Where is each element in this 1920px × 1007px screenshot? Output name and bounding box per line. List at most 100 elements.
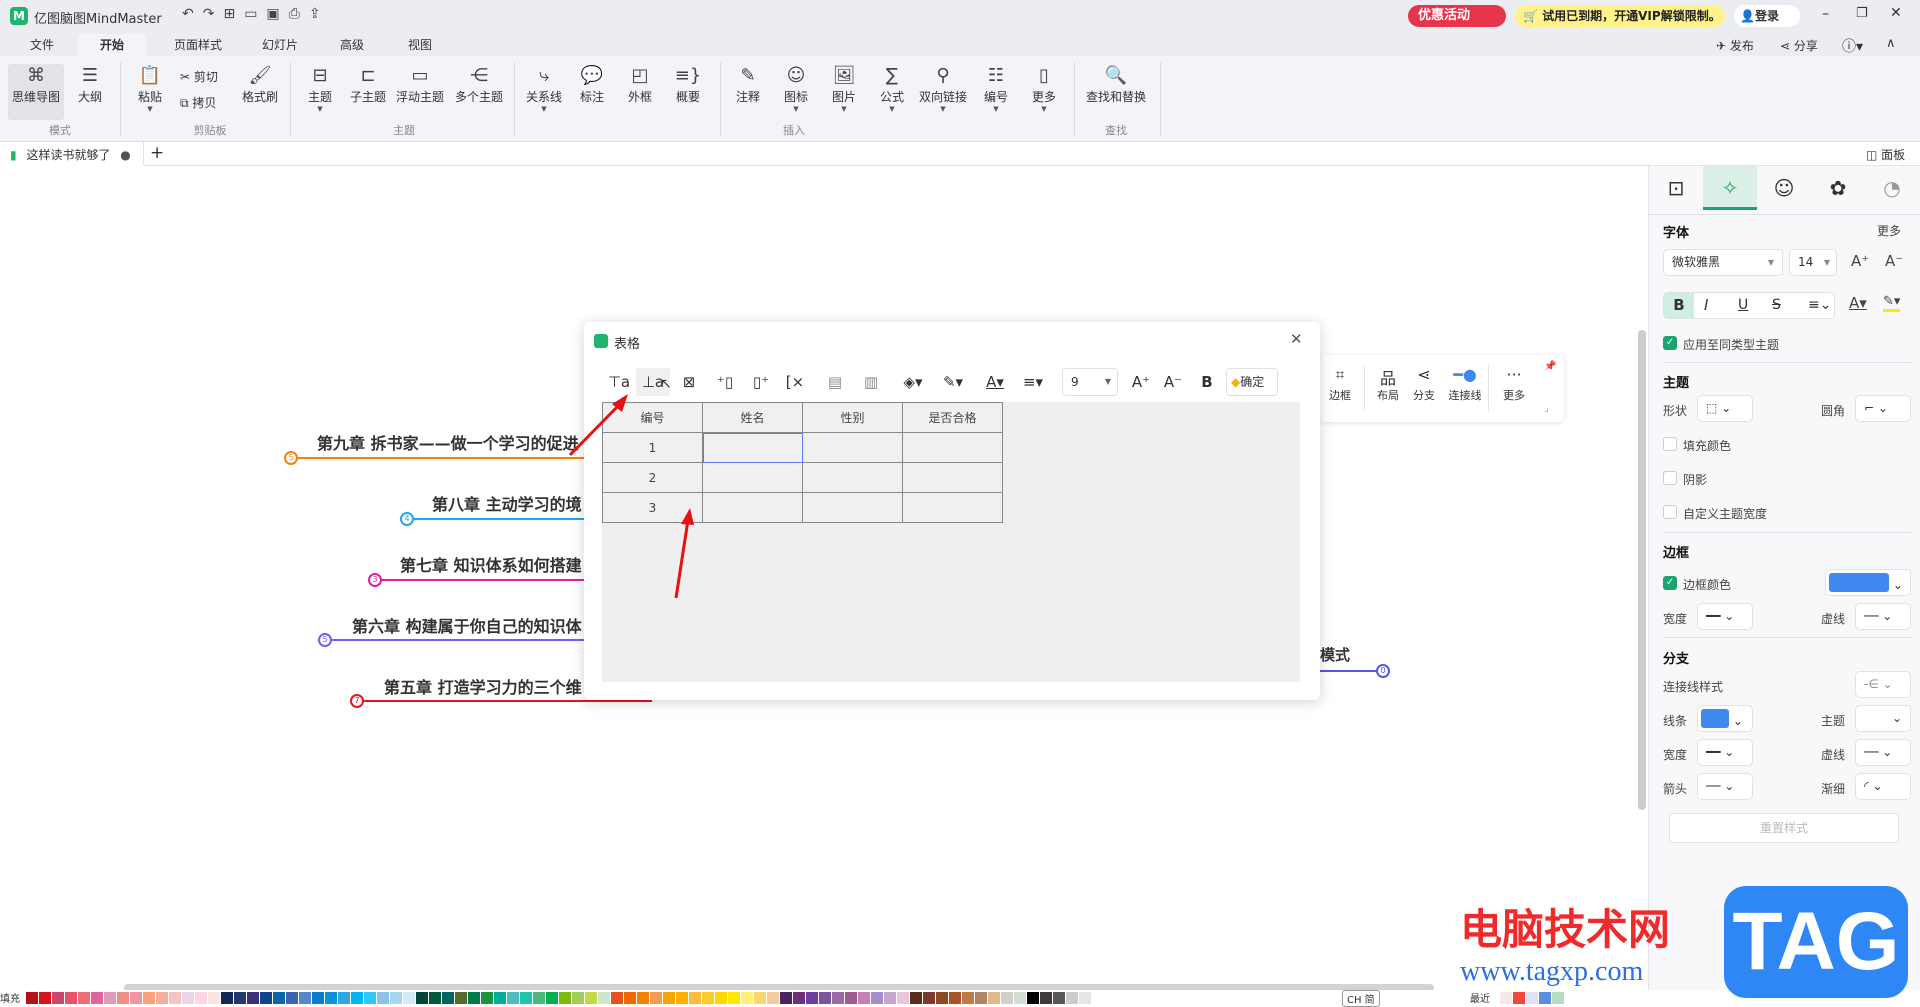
color-swatch[interactable] [793,992,805,1004]
add-tab-button[interactable]: + [150,143,164,163]
reset-style-button[interactable]: 重置样式 [1669,813,1899,843]
quick-access-toolbar[interactable]: ↶↷⊞▭▣⎙⇪ [182,6,330,22]
color-swatch[interactable] [975,992,987,1004]
branch-dash-select[interactable]: ── ⌄ [1855,739,1911,766]
color-swatch[interactable] [195,992,207,1004]
color-swatch[interactable] [247,992,259,1004]
split-cells-icon[interactable]: ▥ [854,368,888,396]
color-swatch[interactable] [416,992,428,1004]
doc-tab[interactable]: ▮ 这样读书就够了 ● [0,142,144,166]
vip-notice[interactable]: 🛒 试用已到期，开通VIP解锁限制。 [1515,5,1725,27]
confirm-button[interactable]: ◆确定 [1226,368,1278,396]
table-cell[interactable] [902,432,1003,463]
color-swatch[interactable] [676,992,688,1004]
delete-col-icon[interactable]: [× [778,368,812,396]
color-swatch[interactable] [390,992,402,1004]
collapse-badge[interactable]: 5 [318,633,332,647]
connector-style-select[interactable]: -∈ ⌄ [1855,671,1911,698]
promo-button[interactable]: 优惠活动 [1408,5,1506,27]
color-swatch[interactable] [923,992,935,1004]
color-swatch[interactable] [702,992,714,1004]
color-swatch[interactable] [312,992,324,1004]
vertical-scrollbar[interactable] [1638,330,1646,810]
color-swatch[interactable] [494,992,506,1004]
publish-button[interactable]: ✈ 发布 [1716,37,1754,54]
multi-topic-button[interactable]: ⋲ 多个主题 [452,64,506,105]
color-swatch[interactable] [1552,992,1564,1004]
table-header-cell[interactable]: 是否合格 [902,402,1003,433]
strikethrough-icon[interactable]: S [1772,293,1781,318]
color-swatch[interactable] [91,992,103,1004]
collapse-toolbar-icon[interactable]: ⌟ [1544,403,1549,414]
color-swatch[interactable] [117,992,129,1004]
mindmap-mode-button[interactable]: ⌘ 思维导图 [8,64,64,120]
font-size-select[interactable]: 9 ▼ [1062,368,1118,396]
bilink-button[interactable]: ⚲ 双向链接 ▼ [914,64,972,113]
float-border-button[interactable]: ⌗ 边框 [1320,365,1360,403]
fill-color-checkbox[interactable] [1663,437,1677,451]
topic-node[interactable]: 第五章 打造学习力的三个维 [384,674,582,698]
table-cell[interactable] [802,462,903,493]
more-button[interactable]: ▯ 更多 ▼ [1020,64,1068,113]
mark-button[interactable]: ☺ 图标 ▼ [772,64,820,113]
color-swatch[interactable] [104,992,116,1004]
table-cell[interactable] [902,462,1003,493]
color-swatch[interactable] [819,992,831,1004]
color-swatch[interactable] [767,992,779,1004]
collapse-badge[interactable]: 7 [350,694,364,708]
subtopic-button[interactable]: ⊏ 子主题 [344,64,392,105]
color-swatch[interactable] [182,992,194,1004]
color-swatch[interactable] [871,992,883,1004]
color-swatch[interactable] [221,992,233,1004]
color-swatch[interactable] [1500,992,1512,1004]
color-swatch[interactable] [1526,992,1538,1004]
color-swatch[interactable] [1001,992,1013,1004]
color-swatch[interactable] [286,992,298,1004]
relation-button[interactable]: ⤷ 关系线 ▼ [520,64,568,113]
tab-advanced[interactable]: 高级 [318,34,386,56]
corner-select[interactable]: ⌐ ⌄ [1855,395,1911,422]
table-cell[interactable] [702,462,803,493]
format-brush-button[interactable]: 🖌 格式刷 [236,64,284,105]
tab-home[interactable]: 开始 [78,34,146,56]
color-swatch[interactable] [273,992,285,1004]
color-swatch[interactable] [468,992,480,1004]
float-more-button[interactable]: ··· 更多 [1494,365,1534,403]
tab-slides[interactable]: 幻灯片 [246,34,314,56]
branch-width-select[interactable]: ━━ ⌄ [1697,739,1753,766]
color-swatch[interactable] [351,992,363,1004]
float-connector-button[interactable]: ━● 连接线 [1442,365,1488,403]
color-swatch[interactable] [949,992,961,1004]
collapse-ribbon-icon[interactable]: ∧ [1886,36,1896,51]
shape-select[interactable]: ⬚ ⌄ [1697,395,1753,422]
color-swatch[interactable] [429,992,441,1004]
callout-button[interactable]: 💬 标注 [568,64,616,105]
color-swatch[interactable] [442,992,454,1004]
table-cell[interactable] [702,492,803,523]
numbering-button[interactable]: ☷ 编号 ▼ [972,64,1020,113]
image-button[interactable]: 🖼 图片 ▼ [820,64,868,113]
color-swatch[interactable] [260,992,272,1004]
border-width-select[interactable]: ━━ ⌄ [1697,603,1753,630]
bold-icon[interactable]: B [1664,293,1694,318]
color-swatch[interactable] [39,992,51,1004]
table-cell[interactable] [802,432,903,463]
note-button[interactable]: ✎ 注释 [724,64,772,105]
apply-same-checkbox[interactable]: ✓ [1663,336,1677,350]
fill-color-icon[interactable]: ◈▾ [896,368,930,396]
border-color-icon[interactable]: ✎▾ [936,368,970,396]
color-swatch[interactable] [325,992,337,1004]
color-swatch[interactable] [806,992,818,1004]
find-replace-button[interactable]: 🔍 查找和替换 [1080,64,1152,105]
bold-icon[interactable]: B [1190,368,1224,396]
color-swatch[interactable] [936,992,948,1004]
color-swatch[interactable] [143,992,155,1004]
color-swatch[interactable] [1539,992,1551,1004]
shadow-checkbox[interactable] [1663,471,1677,485]
color-swatch[interactable] [65,992,77,1004]
taper-select[interactable]: ◜ ⌄ [1855,773,1911,800]
topic-node[interactable]: 第六章 构建属于你自己的知识体 [352,613,582,637]
color-swatch[interactable] [689,992,701,1004]
font-size-select[interactable]: 14 ▼ [1789,249,1837,276]
color-swatch[interactable] [780,992,792,1004]
